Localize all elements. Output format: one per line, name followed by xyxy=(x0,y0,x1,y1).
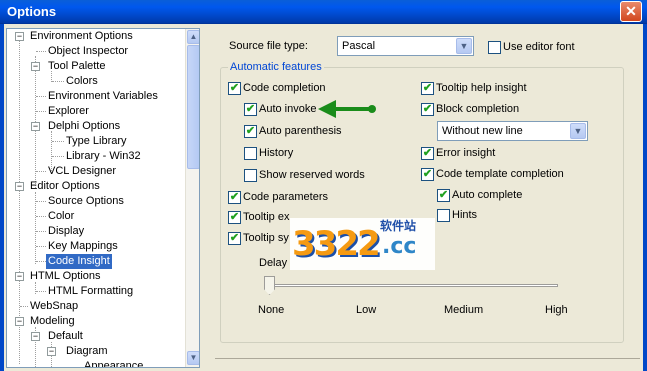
tree-item-label: HTML Formatting xyxy=(48,285,134,297)
tree-item-label: Environment Variables xyxy=(48,90,158,102)
source-file-type-label: Source file type: xyxy=(229,40,308,52)
collapse-icon[interactable]: − xyxy=(31,62,40,71)
tooltip-symbol-label: Tooltip sy xyxy=(243,232,289,244)
tree-connector xyxy=(35,192,36,264)
scroll-thumb[interactable] xyxy=(187,45,199,169)
tree-item-label: Modeling xyxy=(30,315,75,327)
tree-item-label: Display xyxy=(48,225,85,237)
hints-label: Hints xyxy=(452,209,478,221)
tree-item-label: Key Mappings xyxy=(48,240,118,252)
delay-tick-low: Low xyxy=(356,304,377,316)
tree-item-label: Environment Options xyxy=(30,30,133,42)
tree-item-label: Source Options xyxy=(48,195,124,207)
combo-value: Without new line xyxy=(442,125,523,137)
tooltip-expression-label: Tooltip ex xyxy=(243,211,290,223)
code-parameters-checkbox[interactable]: ✔ xyxy=(228,191,241,204)
chevron-down-icon[interactable]: ▼ xyxy=(456,38,472,54)
tree-item-label: Diagram xyxy=(66,345,108,357)
tree-item-label: HTML Options xyxy=(30,270,101,282)
collapse-icon[interactable]: − xyxy=(15,182,24,191)
automatic-features-title: Automatic features xyxy=(228,61,324,73)
tree-item-label: Color xyxy=(48,210,75,222)
auto-complete-checkbox[interactable]: ✔ xyxy=(437,189,450,202)
block-completion-label: Block completion xyxy=(436,103,520,115)
delay-slider-track[interactable] xyxy=(268,284,558,287)
tree-item-label: Delphi Options xyxy=(48,120,121,132)
tooltip-expression-checkbox[interactable]: ✔ xyxy=(228,211,241,224)
window-title: Options xyxy=(7,4,57,19)
delay-tick-medium: Medium xyxy=(444,304,484,316)
watermark-logo: 3322 .cc 软件站 xyxy=(290,218,435,270)
error-insight-label: Error insight xyxy=(436,147,496,159)
code-template-completion-checkbox[interactable]: ✔ xyxy=(421,168,434,181)
auto-invoke-checkbox[interactable]: ✔ xyxy=(244,103,257,116)
auto-invoke-label: Auto invoke xyxy=(259,103,317,115)
tree-item-label: Object Inspector xyxy=(48,45,129,57)
tree-scrollbar[interactable]: ▲ ▼ xyxy=(185,29,199,367)
collapse-icon[interactable]: − xyxy=(15,272,24,281)
collapse-icon[interactable]: − xyxy=(47,347,56,356)
auto-complete-label: Auto complete xyxy=(452,189,523,201)
code-template-completion-label: Code template completion xyxy=(436,168,564,180)
close-button[interactable]: ✕ xyxy=(620,1,642,22)
auto-parenthesis-checkbox[interactable]: ✔ xyxy=(244,125,257,138)
tree-item-label: Editor Options xyxy=(30,180,100,192)
show-reserved-words-label: Show reserved words xyxy=(259,169,365,181)
scroll-down-button[interactable]: ▼ xyxy=(187,351,199,365)
chevron-down-icon[interactable]: ▼ xyxy=(570,123,586,139)
title-bar: Options ✕ xyxy=(0,0,647,24)
annotation-arrow-icon xyxy=(318,100,376,118)
collapse-icon[interactable]: − xyxy=(15,317,24,326)
block-completion-mode-combo[interactable]: Without new line ▼ xyxy=(437,121,588,141)
tree-item-label: Colors xyxy=(66,75,98,87)
code-parameters-label: Code parameters xyxy=(243,191,328,203)
tree-item-label: Type Library xyxy=(66,135,127,147)
combo-value: Pascal xyxy=(342,40,376,52)
scroll-up-button[interactable]: ▲ xyxy=(187,30,199,44)
block-completion-checkbox[interactable]: ✔ xyxy=(421,103,434,116)
tree-item-label: Library - Win32 xyxy=(66,150,141,162)
code-completion-label: Code completion xyxy=(243,82,326,94)
delay-tick-none: None xyxy=(258,304,285,316)
tooltip-help-insight-label: Tooltip help insight xyxy=(436,82,527,94)
tooltip-help-insight-checkbox[interactable]: ✔ xyxy=(421,82,434,95)
source-file-type-combo[interactable]: Pascal ▼ xyxy=(337,36,474,56)
window-border-left xyxy=(0,24,4,371)
watermark-main: 3322 xyxy=(292,224,381,264)
options-tree[interactable]: − Environment Options Object Inspector −… xyxy=(6,28,200,368)
tree-item-label: WebSnap xyxy=(30,300,79,312)
use-editor-font-checkbox[interactable] xyxy=(488,41,501,54)
show-reserved-words-checkbox[interactable] xyxy=(244,169,257,182)
hints-checkbox[interactable] xyxy=(437,209,450,222)
tree-item-label: Appearance xyxy=(84,360,144,368)
code-completion-checkbox[interactable]: ✔ xyxy=(228,82,241,95)
watermark-sub: 软件站 xyxy=(380,219,417,233)
collapse-icon[interactable]: − xyxy=(31,122,40,131)
tree-item-label: VCL Designer xyxy=(48,165,117,177)
delay-label: Delay xyxy=(259,257,288,269)
use-editor-font-label: Use editor font xyxy=(503,41,575,53)
delay-tick-high: High xyxy=(545,304,568,316)
tree-item-label: Default xyxy=(48,330,83,342)
auto-parenthesis-label: Auto parenthesis xyxy=(259,125,342,137)
collapse-icon[interactable]: − xyxy=(31,332,40,341)
collapse-icon[interactable]: − xyxy=(15,32,24,41)
watermark-suffix: .cc xyxy=(382,234,417,259)
bottom-divider xyxy=(215,358,640,359)
history-checkbox[interactable] xyxy=(244,147,257,160)
history-label: History xyxy=(259,147,294,159)
window-border-right xyxy=(643,24,647,371)
tree-item-label: Explorer xyxy=(48,105,89,117)
tree-item-label: Tool Palette xyxy=(48,60,106,72)
tree-item-label: Code Insight xyxy=(46,254,112,269)
tooltip-symbol-checkbox[interactable]: ✔ xyxy=(228,232,241,245)
error-insight-checkbox[interactable]: ✔ xyxy=(421,147,434,160)
